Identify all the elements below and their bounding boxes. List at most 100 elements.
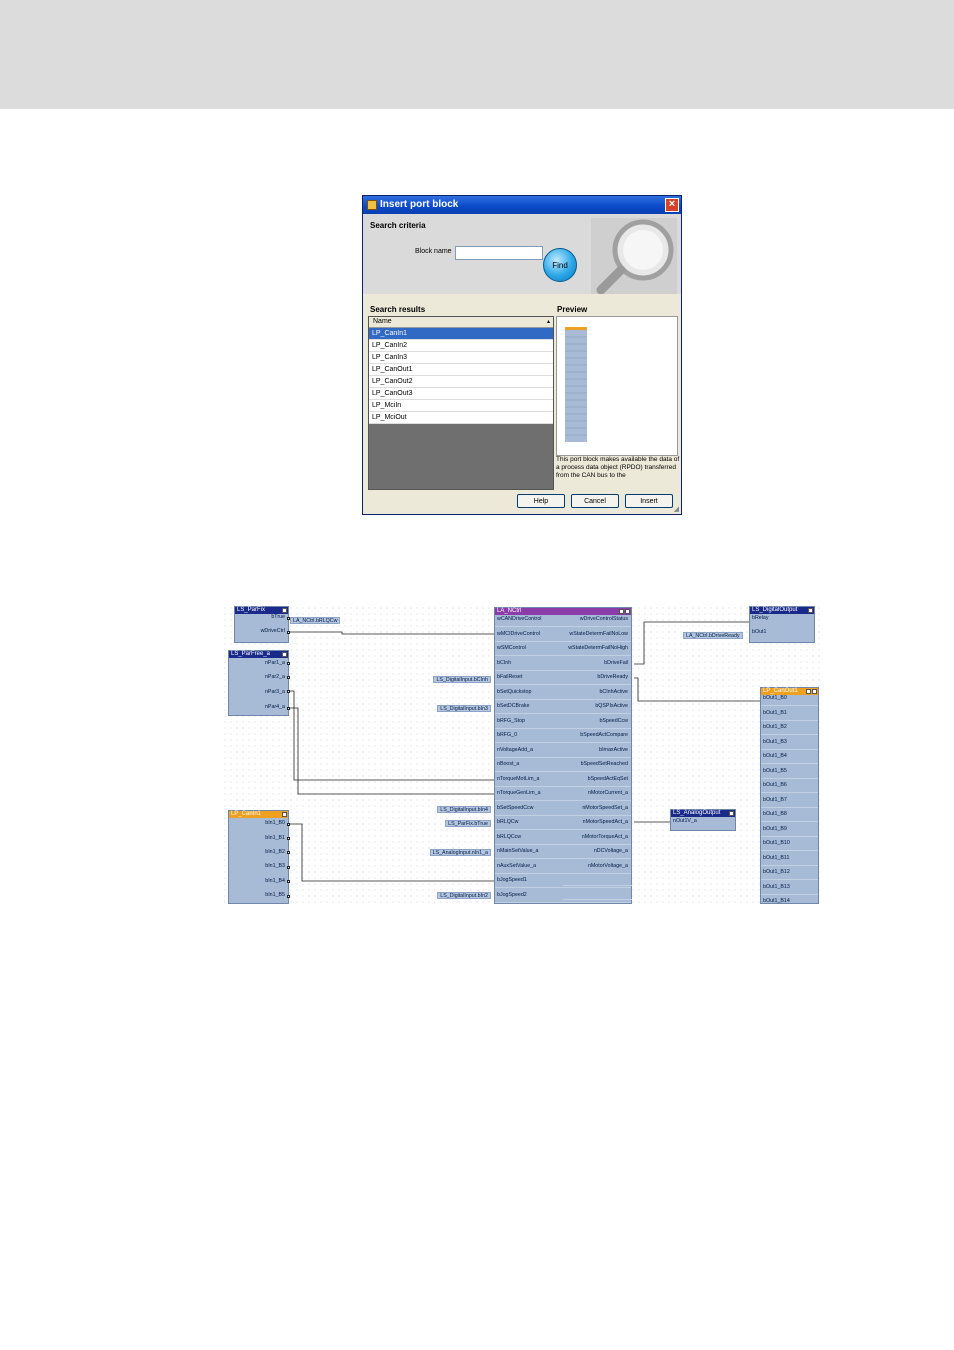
output-port[interactable] — [287, 617, 290, 620]
output-port[interactable] — [287, 631, 290, 634]
pin-bin1-b4[interactable]: bIn1_B4 — [265, 878, 285, 885]
search-results-list[interactable]: Name ▴ LP_CanIn1 LP_CanIn2 LP_CanIn3 LP_… — [368, 316, 554, 490]
collapse-icon[interactable] — [808, 608, 813, 613]
input-pin[interactable]: nMainSetValue_a — [497, 848, 538, 855]
input-pin[interactable]: bSetQuickstop — [497, 689, 531, 696]
input-pin[interactable]: bOut1_B1 — [763, 710, 787, 717]
pin-nout1v[interactable]: nOut1V_a — [673, 818, 697, 825]
input-pin[interactable]: bOut1_B0 — [763, 695, 787, 702]
pin-npar1[interactable]: nPar1_a — [265, 660, 285, 667]
block-header[interactable]: LS_ParFree_a — [229, 651, 288, 658]
list-item[interactable]: LP_CanIn1 — [369, 328, 553, 340]
help-icon[interactable] — [806, 689, 811, 694]
block-name-input[interactable] — [455, 246, 543, 260]
input-pin[interactable]: bJogSpeed2 — [497, 892, 527, 899]
ls-digitaloutput-block[interactable]: LS_DigitalOutput bRelay bOut1 — [749, 606, 815, 643]
insert-button[interactable]: Insert — [625, 494, 673, 508]
output-pin[interactable]: bCInhActive — [599, 689, 628, 696]
input-pin[interactable]: bSetSpeedCcw — [497, 805, 534, 812]
pin-bin1-b3[interactable]: bIn1_B3 — [265, 863, 285, 870]
list-item[interactable]: LP_CanOut1 — [369, 364, 553, 376]
output-port[interactable] — [287, 851, 290, 854]
input-pin[interactable]: bOut1_B10 — [763, 840, 790, 847]
pin-npar3[interactable]: nPar3_a — [265, 689, 285, 696]
la-nctrl-block[interactable]: LA_NCtrl wCANDriveControl wMCIDriveContro… — [494, 607, 632, 904]
signal-label[interactable]: LS_AnalogInput.nIn1_a — [429, 849, 491, 856]
help-icon[interactable] — [619, 609, 624, 614]
dialog-titlebar[interactable]: Insert port block × — [363, 196, 681, 214]
input-pin[interactable]: bOut1_B14 — [763, 898, 790, 904]
lp-canout1-block[interactable]: LP_CanOut1 bOut1_B0 bOut1_B1 bOut1_B2 bOut1… — [760, 687, 819, 904]
signal-label[interactable]: LS_ParFix.bTrue — [445, 820, 491, 827]
output-pin[interactable]: nMotorVoltage_a — [588, 863, 628, 870]
pin-npar2[interactable]: nPar2_a — [265, 674, 285, 681]
output-pin[interactable]: nMotorSpeedAct_a — [583, 819, 628, 826]
input-pin[interactable]: nTorqueMotLim_a — [497, 776, 539, 783]
resize-grip-icon[interactable]: ◢ — [674, 505, 679, 513]
collapse-icon[interactable] — [729, 811, 734, 816]
block-header[interactable]: LS_AnalogOutput — [671, 810, 735, 817]
input-pin[interactable]: bOut1_B8 — [763, 811, 787, 818]
list-item[interactable]: LP_CanIn2 — [369, 340, 553, 352]
output-port[interactable] — [287, 690, 290, 693]
output-pin[interactable]: bQSPIsActive — [595, 703, 628, 710]
pin-bout1[interactable]: bOut1 — [752, 629, 766, 636]
signal-label[interactable]: LS_DigitalInput.bCInh — [433, 676, 491, 683]
input-pin[interactable]: nTorqueGenLim_a — [497, 790, 541, 797]
list-item[interactable]: LP_CanIn3 — [369, 352, 553, 364]
ls-parfix-block[interactable]: LS_ParFix bTrue wDriveCtrl — [234, 606, 289, 643]
lp-canin1-block[interactable]: LP_CanIn1 bIn1_B0 bIn1_B1 bIn1_B2 bIn1_B… — [228, 810, 289, 904]
list-item[interactable]: LP_MciOut — [369, 412, 553, 424]
cancel-button[interactable]: Cancel — [571, 494, 619, 508]
output-port[interactable] — [287, 895, 290, 898]
input-pin[interactable]: nAuxSetValue_a — [497, 863, 536, 870]
input-pin[interactable]: bOut1_B2 — [763, 724, 787, 731]
input-pin[interactable]: bCInh — [497, 660, 511, 667]
output-port[interactable] — [287, 662, 290, 665]
output-pin[interactable]: bSpeedActCompare — [580, 732, 628, 739]
output-pin[interactable]: nMotorCurrent_a — [588, 790, 628, 797]
output-pin[interactable]: bImaxActive — [599, 747, 628, 754]
signal-label[interactable]: LS_DigitalInput.bIn2 — [437, 892, 491, 899]
input-pin[interactable]: bOut1_B5 — [763, 768, 787, 775]
output-pin[interactable]: bSpeedActEqSet — [588, 776, 628, 783]
collapse-icon[interactable] — [812, 689, 817, 694]
input-pin[interactable]: bOut1_B9 — [763, 826, 787, 833]
signal-label[interactable]: LA_NCtrl.bDriveReady — [683, 632, 743, 639]
output-pin[interactable]: wStateDetermFailNoHigh — [568, 645, 628, 652]
input-pin[interactable]: bRLQCw — [497, 819, 519, 826]
input-pin[interactable]: bRFG_0 — [497, 732, 517, 739]
output-port[interactable] — [287, 707, 290, 710]
list-item[interactable]: LP_CanOut3 — [369, 388, 553, 400]
input-pin[interactable]: bOut1_B7 — [763, 797, 787, 804]
input-pin[interactable]: bFailReset — [497, 674, 522, 681]
input-pin[interactable]: bOut1_B13 — [763, 884, 790, 891]
input-pin[interactable]: bOut1_B3 — [763, 739, 787, 746]
find-button[interactable]: Find — [543, 248, 577, 282]
input-pin[interactable]: nVoltageAdd_a — [497, 747, 533, 754]
output-port[interactable] — [287, 866, 290, 869]
ls-parfree-block[interactable]: LS_ParFree_a nPar1_a nPar2_a nPar3_a nPa… — [228, 650, 289, 716]
pin-btrue[interactable]: bTrue — [271, 614, 285, 621]
input-pin[interactable]: wSMControl — [497, 645, 526, 652]
output-port[interactable] — [287, 837, 290, 840]
collapse-icon[interactable] — [282, 652, 287, 657]
input-pin[interactable]: bOut1_B12 — [763, 869, 790, 876]
collapse-icon[interactable] — [625, 609, 630, 614]
input-pin[interactable]: bJogSpeed1 — [497, 877, 527, 884]
output-pin[interactable]: bDriveReady — [597, 674, 628, 681]
block-header[interactable]: LP_CanIn1 — [229, 811, 288, 818]
pin-wdrivectrl[interactable]: wDriveCtrl — [261, 628, 285, 635]
output-pin[interactable]: nDCVoltage_a — [594, 848, 628, 855]
input-pin[interactable]: bOut1_B4 — [763, 753, 787, 760]
output-pin[interactable]: nMotorSpeedSet_a — [582, 805, 628, 812]
block-header[interactable]: LP_CanOut1 — [761, 688, 818, 695]
output-port[interactable] — [287, 823, 290, 826]
output-pin[interactable]: wDriveControlStatus — [580, 616, 628, 623]
close-icon[interactable]: × — [665, 198, 679, 212]
output-pin[interactable]: nMotorTorqueAct_a — [582, 834, 628, 841]
output-pin[interactable]: bSpeedCcw — [599, 718, 628, 725]
output-pin[interactable]: bSpeedSetReached — [581, 761, 628, 768]
output-port[interactable] — [287, 880, 290, 883]
pin-npar4[interactable]: nPar4_a — [265, 704, 285, 711]
